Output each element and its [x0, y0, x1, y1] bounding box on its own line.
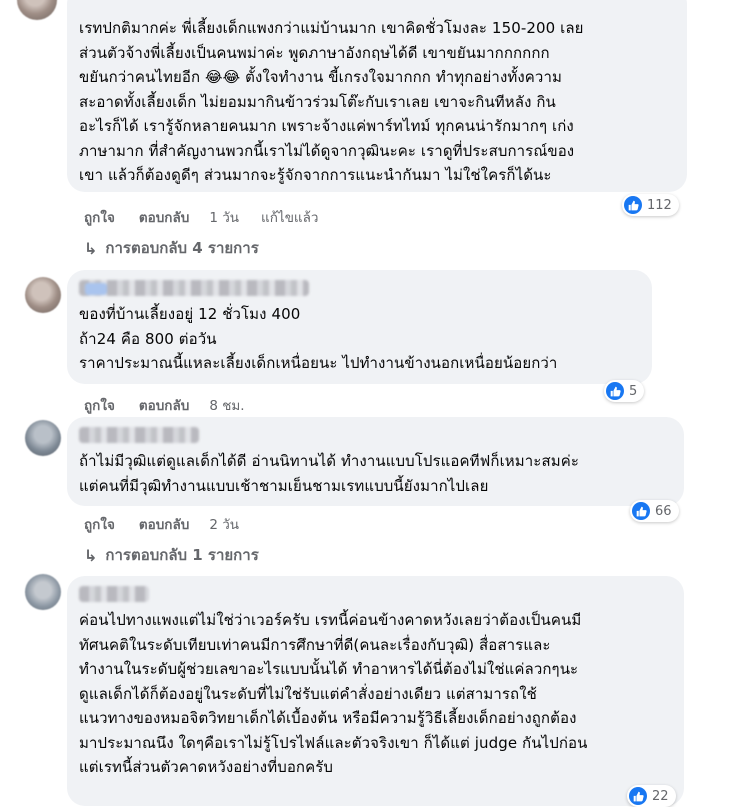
comment-text: ถ้าไม่มีวุฒิแต่ดูแลเด็กได้ดี อ่านนิทานได…: [79, 452, 579, 495]
reply-link[interactable]: ตอบกลับ: [139, 206, 189, 228]
avatar[interactable]: [25, 574, 61, 610]
avatar[interactable]: [17, 0, 57, 20]
timestamp[interactable]: 1 วัน: [209, 206, 239, 228]
reply-arrow-icon: ↳: [84, 545, 98, 565]
edited-label[interactable]: แก้ไขแล้ว: [261, 206, 318, 228]
reaction-count[interactable]: 22: [627, 785, 676, 807]
replies-count: การตอบกลับ 1 รายการ: [105, 546, 259, 564]
view-replies-link[interactable]: ↳ การตอบกลับ 1 รายการ: [84, 543, 259, 567]
like-link[interactable]: ถูกใจ: [84, 206, 115, 228]
timestamp[interactable]: 8 ชม.: [209, 394, 244, 416]
avatar[interactable]: [25, 277, 61, 313]
comment-actions: ถูกใจ ตอบกลับ 8 ชม.: [84, 394, 245, 416]
comment-text: เรทปกติมากค่ะ พี่เลี้ยงเด็กแพงกว่าแม่บ้า…: [79, 19, 584, 184]
reaction-number: 5: [629, 383, 638, 399]
view-replies-link[interactable]: ↳ การตอบกลับ 4 รายการ: [84, 236, 259, 260]
avatar[interactable]: [25, 420, 61, 456]
reaction-count[interactable]: 5: [604, 380, 645, 402]
reaction-number: 112: [647, 197, 672, 213]
thumbs-up-icon: [632, 502, 650, 520]
comment-bubble: ถ้าไม่มีวุฒิแต่ดูแลเด็กได้ดี อ่านนิทานได…: [67, 417, 684, 506]
commenter-name[interactable]: [79, 280, 309, 296]
replies-count: การตอบกลับ 4 รายการ: [105, 239, 259, 257]
comment-bubble: เรทปกติมากค่ะ พี่เลี้ยงเด็กแพงกว่าแม่บ้า…: [67, 0, 687, 192]
commenter-name[interactable]: [79, 427, 199, 443]
reaction-number: 66: [655, 503, 672, 519]
reply-arrow-icon: ↳: [84, 238, 98, 258]
reply-link[interactable]: ตอบกลับ: [139, 513, 189, 535]
reaction-count[interactable]: 112: [622, 194, 679, 216]
thumbs-up-icon: [624, 196, 642, 214]
comment-text: ของที่บ้านเลี้ยงอยู่ 12 ชั่วโมง 400 ถ้า2…: [79, 305, 558, 372]
reply-link[interactable]: ตอบกลับ: [139, 394, 189, 416]
comment-bubble: ค่อนไปทางแพงแต่ไม่ใช่ว่าเวอร์ครับ เรทนี้…: [67, 576, 684, 806]
comment-actions: ถูกใจ ตอบกลับ 1 วัน แก้ไขแล้ว: [84, 206, 318, 228]
reaction-number: 22: [652, 788, 669, 804]
like-link[interactable]: ถูกใจ: [84, 513, 115, 535]
reaction-count[interactable]: 66: [630, 500, 679, 522]
comment-bubble: ของที่บ้านเลี้ยงอยู่ 12 ชั่วโมง 400 ถ้า2…: [67, 270, 652, 384]
timestamp[interactable]: 2 วัน: [209, 513, 239, 535]
comment-actions: ถูกใจ ตอบกลับ 2 วัน: [84, 513, 239, 535]
thumbs-up-icon: [606, 382, 624, 400]
comment-text: ค่อนไปทางแพงแต่ไม่ใช่ว่าเวอร์ครับ เรทนี้…: [79, 611, 588, 776]
thumbs-up-icon: [629, 787, 647, 805]
like-link[interactable]: ถูกใจ: [84, 394, 115, 416]
commenter-name[interactable]: [79, 586, 149, 602]
